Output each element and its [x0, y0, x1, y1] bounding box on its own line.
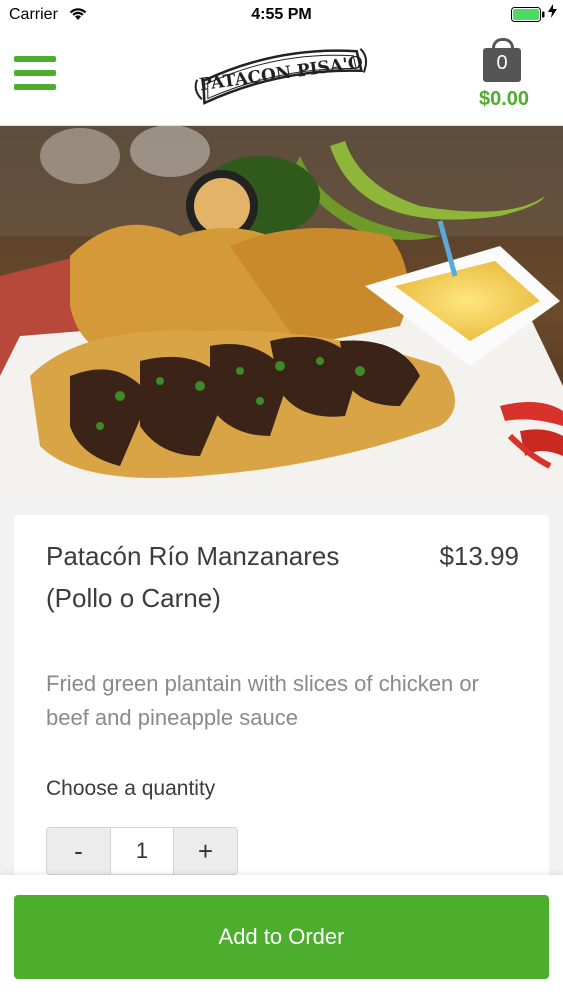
footer-bar: Add to Order: [0, 875, 563, 1000]
status-bar: Carrier 4:55 PM: [0, 0, 563, 30]
battery-icon: [511, 7, 545, 22]
cart-total: $0.00: [478, 88, 530, 110]
clock: 4:55 PM: [251, 6, 312, 23]
app-header: PATACON PISA'O 0 $0.00: [0, 30, 563, 126]
increase-quantity-button[interactable]: +: [173, 828, 237, 874]
quantity-label: Choose a quantity: [46, 777, 216, 800]
decrease-quantity-button[interactable]: -: [47, 828, 111, 874]
brand-logo: PATACON PISA'O: [194, 47, 368, 105]
item-detail-card: Patacón Río Manzanares (Pollo o Carne) $…: [14, 515, 549, 895]
cart-count: 0: [496, 52, 508, 74]
quantity-value[interactable]: 1: [111, 828, 173, 874]
item-photo: [0, 126, 563, 500]
charging-icon: [548, 4, 557, 18]
add-to-order-button[interactable]: Add to Order: [14, 895, 549, 979]
item-description: Fried green plantain with slices of chic…: [46, 671, 479, 730]
hamburger-menu-icon[interactable]: [14, 56, 56, 92]
item-name: Patacón Río Manzanares (Pollo o Carne): [46, 541, 340, 613]
quantity-stepper: - 1 +: [46, 827, 238, 875]
cart-button[interactable]: 0 $0.00: [466, 38, 542, 118]
item-price: $13.99: [439, 541, 519, 571]
